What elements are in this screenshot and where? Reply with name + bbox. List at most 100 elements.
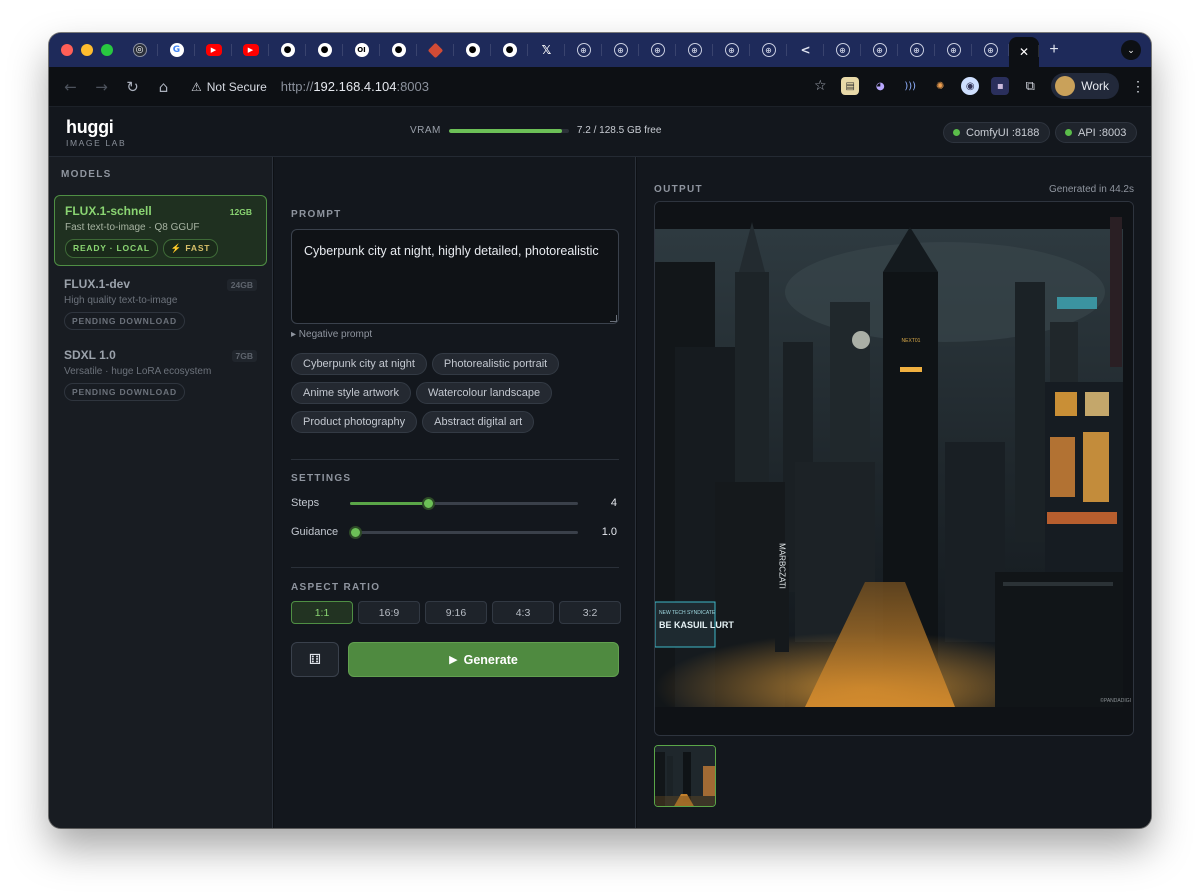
close-tab-icon[interactable]: ✕ [1017,45,1031,59]
extension-sparkle-icon[interactable]: ✺ [931,77,949,95]
browser-tab[interactable]: ⊕ [602,36,639,64]
api-status-pill: API :8003 [1055,122,1138,143]
new-tab-button[interactable]: + [1039,41,1069,59]
home-icon[interactable]: ⌂ [148,78,179,96]
model-size-badge: 12GB [229,207,252,217]
bookmark-star-icon[interactable]: ☆ [811,78,829,94]
prompt-input[interactable]: Cyberpunk city at night, highly detailed… [291,229,619,324]
warning-icon: ⚠ [191,79,202,94]
generate-button[interactable]: ▶ Generate [348,642,619,677]
browser-tab[interactable]: ● [380,36,417,64]
extension-waves-icon[interactable]: ))) [901,77,919,95]
image-watermark: ©PANDADIGI [1100,697,1131,704]
output-image-frame: NEW TECH SYNDICATE BE KASUIL LURT MARBCZ… [654,201,1134,736]
preset-chip[interactable]: Anime style artwork [291,382,411,404]
browser-tab[interactable]: ● [454,36,491,64]
browser-tab[interactable]: OI [343,36,380,64]
active-tab[interactable]: ✕ [1009,37,1039,67]
red-diamond-icon [427,42,444,58]
divider [291,459,619,460]
browser-tab[interactable]: ▶ [232,36,269,64]
github-icon: ● [280,43,295,57]
browser-tab[interactable]: ⊕ [565,36,602,64]
extension-ghost-icon[interactable]: ◕ [871,77,889,95]
browser-tab[interactable]: ⊕ [824,36,861,64]
brand-logo[interactable]: huggi IMAGE LAB [66,117,126,148]
ollama-icon: OI [354,43,369,57]
aspect-ratio-option[interactable]: 4:3 [492,601,554,624]
model-card-sdxl[interactable]: SDXL 1.0 7GB Versatile · huge LoRA ecosy… [54,340,267,411]
guidance-slider[interactable] [348,526,578,539]
browser-tab[interactable]: ⊕ [935,36,972,64]
guidance-slider-thumb[interactable] [348,526,362,539]
comfyui-status-label: ComfyUI :8188 [966,126,1040,139]
forward-icon[interactable]: → [86,78,117,96]
output-thumbnail[interactable] [654,745,716,807]
extension-square-icon[interactable]: ▪ [991,77,1010,95]
tab-search-button[interactable]: ⌄ [1121,40,1141,60]
resize-grip-icon[interactable] [610,315,617,322]
zoom-window-button[interactable] [101,44,113,56]
globe-icon: ⊕ [724,43,739,57]
browser-menu-icon[interactable]: ⋮ [1131,78,1145,95]
browser-tab[interactable]: ⊕ [639,36,676,64]
preset-chip[interactable]: Photorealistic portrait [431,353,560,375]
browser-tab[interactable] [417,36,454,64]
extension-circle-icon[interactable]: ◉ [961,77,980,95]
browser-tab[interactable]: 𝕏 [528,36,565,64]
browser-tab[interactable]: ⊕ [676,36,713,64]
browser-tab[interactable]: ◎ [121,36,158,64]
model-card-flux-schnell[interactable]: FLUX.1-schnell 12GB Fast text-to-image ·… [54,195,267,266]
aspect-ratio-option[interactable]: 1:1 [291,601,353,624]
extensions-puzzle-icon[interactable]: ⧉ [1021,77,1039,95]
aspect-ratio-option[interactable]: 3:2 [559,601,621,624]
browser-tab[interactable]: G [158,36,195,64]
aspect-ratio-option[interactable]: 9:16 [425,601,487,624]
browser-tab[interactable]: ⊕ [750,36,787,64]
model-card-flux-dev[interactable]: FLUX.1-dev 24GB High quality text-to-ima… [54,269,267,340]
share-icon: < [800,43,811,57]
vram-bar-fill [448,128,562,133]
browser-tab[interactable]: ● [491,36,528,64]
aspect-ratio-options: 1:1 16:9 9:16 4:3 3:2 [291,601,621,624]
preset-chip[interactable]: Watercolour landscape [415,382,553,404]
aspect-ratio-option[interactable]: 16:9 [358,601,420,624]
steps-slider[interactable] [350,497,578,510]
browser-tab[interactable]: < [787,36,824,64]
minimize-window-button[interactable] [81,44,93,56]
preset-chip[interactable]: Cyberpunk city at night [291,353,427,375]
model-description: Fast text-to-image · Q8 GGUF [65,222,200,233]
app-header: huggi IMAGE LAB VRAM 7.2 / 128.5 GB free… [49,107,1151,157]
globe-icon: ⊕ [872,43,887,57]
random-seed-button[interactable]: ⚅ [291,642,339,677]
back-icon[interactable]: ← [55,78,86,96]
model-size-badge: 7GB [231,350,257,362]
reload-icon[interactable]: ↻ [117,78,148,96]
negative-prompt-toggle[interactable]: ▸ Negative prompt [291,329,372,340]
generated-image[interactable]: NEW TECH SYNDICATE BE KASUIL LURT MARBCZ… [655,202,1134,736]
steps-slider-thumb[interactable] [421,497,435,510]
model-description: High quality text-to-image [64,295,178,306]
preset-chip[interactable]: Abstract digital art [422,411,535,433]
close-window-button[interactable] [61,44,73,56]
address-bar[interactable]: http://192.168.4.104:8003 [281,79,429,94]
preset-chip[interactable]: Product photography [291,411,418,433]
browser-tab[interactable]: ⊕ [898,36,935,64]
youtube-icon: ▶ [242,44,259,56]
profile-button[interactable]: Work [1051,73,1119,99]
generation-time: Generated in 44.2s [1048,184,1134,195]
security-indicator[interactable]: ⚠ Not Secure [191,80,267,94]
browser-tab[interactable]: ▶ [195,36,232,64]
pending-download-badge: PENDING DOWNLOAD [64,383,185,401]
browser-tab[interactable]: ⊕ [713,36,750,64]
globe-icon: ⊕ [613,43,628,57]
avatar [1055,76,1076,96]
browser-tab[interactable]: ⊕ [972,36,1009,64]
browser-tab[interactable]: ● [306,36,343,64]
chatgpt-icon: ◎ [132,43,147,57]
extension-notes-icon[interactable]: ▤ [841,77,860,95]
browser-tab[interactable]: ⊕ [861,36,898,64]
globe-icon: ⊕ [687,43,702,57]
vram-label: VRAM [410,125,441,136]
browser-tab[interactable]: ● [269,36,306,64]
